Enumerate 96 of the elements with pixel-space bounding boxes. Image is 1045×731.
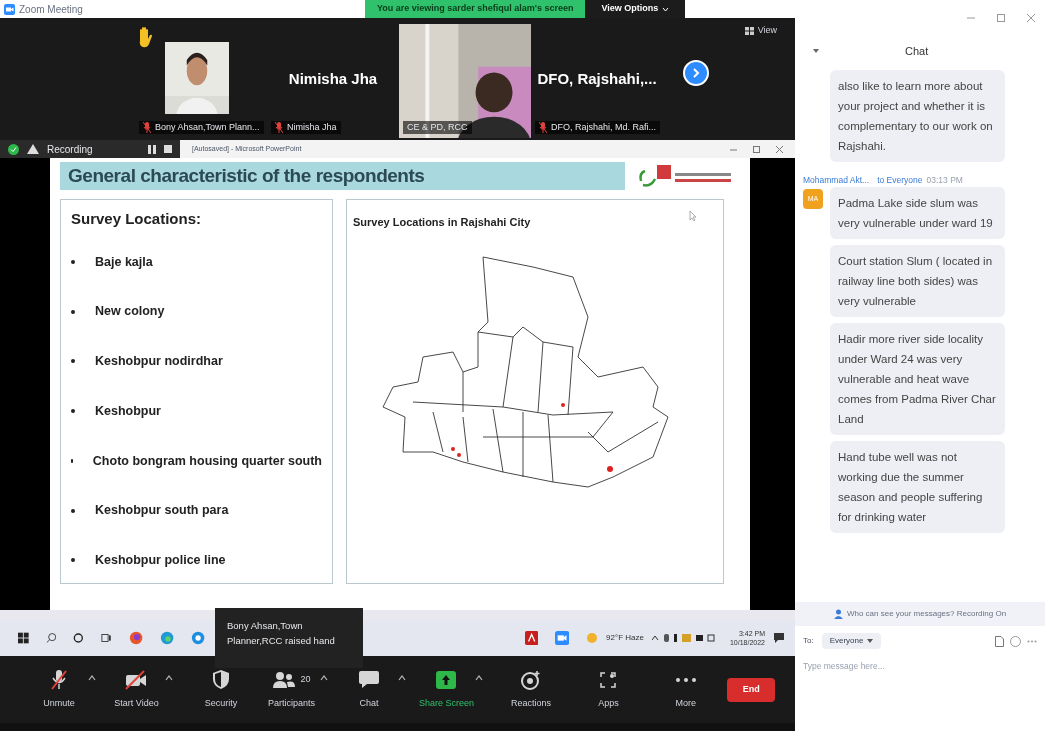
chat-message: Hadir more river side locality under Ward 24 was very vulnerable and heat wave comes from Padma River Char Land: [830, 322, 1005, 435]
participant-name: DFO, Rajshahi,...: [537, 68, 657, 89]
toolbar-button[interactable]: Unmute: [30, 668, 88, 711]
participant-name: Nimisha Jha: [288, 68, 378, 89]
toolbar-button[interactable]: Chat: [339, 668, 398, 711]
participant-label: DFO, Rajshahi, Md. Rafi...: [551, 120, 657, 134]
bullet-icon: [71, 359, 75, 364]
grid-icon: [744, 26, 754, 35]
caret-icon[interactable]: [475, 674, 484, 681]
caret-icon[interactable]: [88, 674, 96, 681]
toolbar-button[interactable]: More: [649, 668, 722, 711]
restore-icon[interactable]: [753, 145, 760, 153]
recipient-dropdown[interactable]: Everyone: [821, 633, 882, 649]
caret-icon[interactable]: [320, 674, 329, 681]
chat-message: also like to learn more about your project and whether it is complementary to our work on Rajshahi.: [830, 70, 1005, 162]
shield-icon: [211, 669, 230, 691]
people-icon: [272, 670, 297, 689]
cursor-icon: [689, 210, 697, 222]
location-item: Keshobpur south para: [95, 502, 229, 520]
caret-icon[interactable]: [165, 674, 174, 681]
view-button[interactable]: View: [744, 24, 777, 38]
check-shield-icon: [8, 143, 19, 155]
location-item: Keshobpur: [95, 402, 161, 420]
participant-label: Bony Ahsan,Town Plann...: [155, 120, 260, 134]
video-camera-icon[interactable]: [554, 630, 570, 646]
chevron-down-icon[interactable]: [813, 49, 819, 53]
caret-icon[interactable]: [397, 674, 406, 681]
chat-title: Chat: [905, 43, 929, 59]
file-icon[interactable]: [995, 635, 1004, 647]
video-camera-icon: [4, 3, 15, 15]
bullet-icon: [71, 558, 75, 563]
search-icon[interactable]: [45, 632, 57, 644]
location-item: New colony: [95, 303, 165, 321]
caret-icon: [867, 639, 874, 643]
recipient-text: to Everyone: [877, 174, 923, 187]
toolbar-button[interactable]: Reactions: [494, 668, 567, 711]
recording-icon: [27, 144, 39, 154]
windows-icon[interactable]: [18, 632, 29, 644]
pause-icon[interactable]: [148, 144, 156, 154]
weather-icon: [586, 632, 599, 644]
task-view-icon[interactable]: [100, 632, 112, 644]
browser-icon[interactable]: [128, 630, 143, 646]
notice-text: Who can see your messages? Recording On: [846, 608, 1007, 620]
muted-microphone-icon: [49, 668, 69, 691]
participant-label: CE & PD, RCC: [407, 120, 468, 134]
person-icon: [833, 609, 843, 619]
caret-icon: [662, 6, 670, 12]
chat-message: Court station Slum ( located in railway line both sides) was very vulnerable: [830, 244, 1005, 317]
chat-app-icon[interactable]: [190, 630, 206, 646]
toolbar-button[interactable]: Apps: [572, 668, 645, 711]
smiley-icon: [519, 668, 542, 691]
toolbar-button[interactable]: Security: [184, 668, 257, 711]
toolbar-button[interactable]: Share Screen: [417, 668, 476, 711]
close-icon[interactable]: [1027, 14, 1035, 22]
notification-icon[interactable]: [773, 632, 785, 644]
bullet-icon: [71, 409, 75, 414]
recording-label: Recording: [47, 142, 93, 157]
map-title: Survey Locations in Rajshahi City: [353, 215, 531, 230]
message-input[interactable]: Type message here...: [795, 656, 1045, 731]
location-item: Baje kajla: [95, 253, 153, 271]
video-off-icon: [124, 669, 149, 690]
more-icon[interactable]: [1027, 639, 1037, 643]
location-item: Choto bongram housing quarter south: [92, 452, 322, 470]
bullet-icon: [71, 309, 75, 314]
participant-label: Nimisha Jha: [287, 120, 337, 134]
location-item: Keshobpur nodirdhar: [95, 353, 223, 370]
close-icon[interactable]: [776, 145, 783, 153]
window-title: Zoom Meeting: [19, 2, 83, 17]
chat-message: Padma Lake side slum was very vulnerable under ward 19: [830, 186, 1005, 239]
bullet-icon: [71, 508, 75, 513]
browser-icon[interactable]: [159, 630, 174, 646]
apps-icon: [598, 669, 619, 690]
view-options-button[interactable]: View Options: [585, 0, 686, 18]
restore-icon[interactable]: [997, 14, 1005, 22]
tooltip-text: Bony Ahsan,Town Planner,RCC raised hand: [227, 619, 336, 648]
more-icon: [674, 675, 697, 684]
to-label: To:: [803, 635, 814, 647]
next-page-button[interactable]: [683, 60, 709, 86]
end-button[interactable]: End: [727, 677, 776, 702]
document-icon[interactable]: [524, 630, 538, 646]
slide-title: General characteristic of the respondents: [68, 163, 425, 188]
chat-message: Hand tube well was not working due the summer season and people suffering for drinking water: [830, 440, 1005, 533]
message-time: 03:13 PM: [926, 174, 963, 187]
screen-share-banner: You are viewing sarder shefiqul alam's screen: [364, 0, 586, 18]
chat-bubble-icon: [357, 669, 380, 690]
emoji-icon[interactable]: [1010, 635, 1021, 647]
circle-icon[interactable]: [73, 632, 84, 644]
panel-heading: Survey Locations:: [71, 209, 203, 229]
weather-text: 92°F Haze: [606, 632, 644, 644]
sender-name: Mohammad Akt...: [803, 174, 870, 187]
toolbar-button[interactable]: 20 Participants: [262, 668, 321, 711]
chevron-right-icon: [692, 68, 700, 78]
location-item: Keshobpur police line: [95, 552, 226, 569]
share-screen-icon: [435, 669, 458, 690]
bullet-icon: [71, 259, 75, 264]
toolbar-button[interactable]: Start Video: [107, 668, 166, 711]
